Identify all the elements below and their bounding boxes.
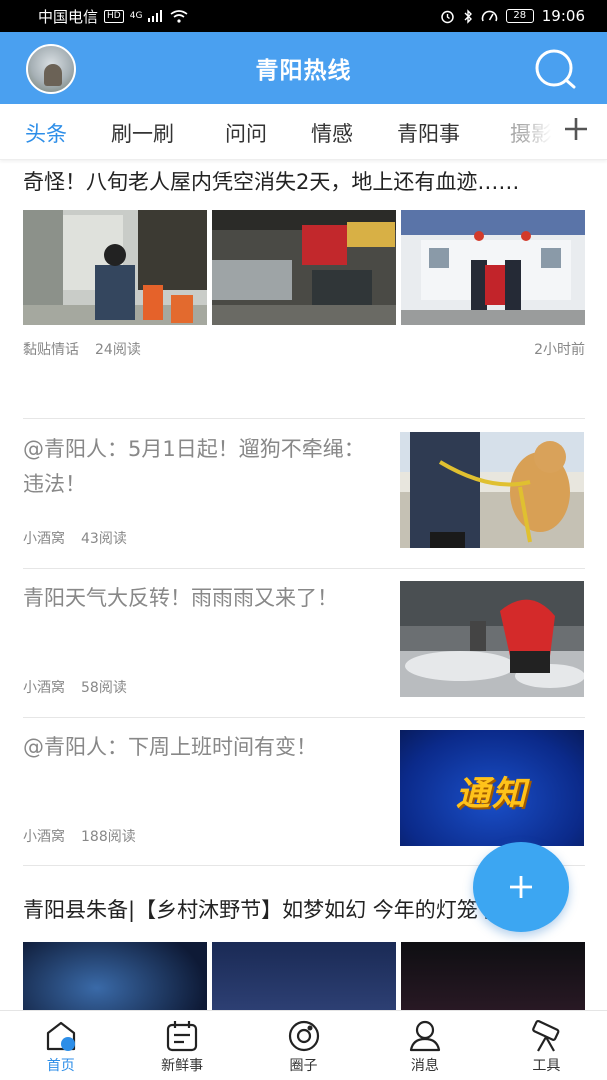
carrier-label: 中国电信 (38, 7, 99, 26)
app-header: 青阳热线 (0, 32, 607, 104)
wifi-icon (170, 9, 188, 23)
add-tab-icon[interactable] (563, 116, 589, 142)
bluetooth-icon (464, 8, 472, 24)
thumbnail-lantern-3 (401, 942, 585, 1010)
signal-icon (148, 10, 163, 22)
tab-swipe[interactable]: 刷一刷 (111, 118, 174, 148)
tab-questions[interactable]: 问问 (225, 118, 267, 148)
calendar-icon (167, 1021, 198, 1052)
article-source: 黏贴情话 (23, 342, 79, 358)
nav-label: 消息 (410, 1058, 439, 1074)
status-bar: 中国电信 HD 4G 28 19:06 (0, 0, 607, 32)
nav-tools[interactable]: 工具 (486, 1011, 607, 1080)
article-meta: 小酒窝 43阅读 (23, 528, 127, 548)
article-meta: 小酒窝 58阅读 (23, 677, 127, 697)
article-source: 小酒窝 (23, 531, 65, 547)
divider (23, 568, 585, 569)
nav-label: 圈子 (289, 1058, 318, 1074)
notice-image-text: 通知 (456, 774, 528, 814)
thumbnail-room (212, 210, 396, 325)
compose-button[interactable] (473, 842, 569, 932)
tab-emotion[interactable]: 情感 (311, 118, 353, 148)
article-source: 小酒窝 (23, 829, 65, 845)
network-label: 4G (129, 11, 143, 21)
article-thumbnails (23, 210, 585, 325)
article-image-dog (400, 432, 584, 548)
user-icon (409, 1020, 441, 1052)
article-title: 奇怪！八旬老人屋内凭空消失2天，地上还有血迹…… (23, 170, 520, 194)
nav-news[interactable]: 新鲜事 (121, 1011, 242, 1080)
bottom-nav: 首页 新鲜事 圈子 消息 工具 (0, 1010, 607, 1080)
nav-circle[interactable]: 圈子 (243, 1011, 364, 1080)
nav-label: 首页 (46, 1058, 75, 1074)
tab-headlines[interactable]: 头条 (25, 118, 67, 148)
clock: 19:06 (541, 7, 585, 25)
nav-home[interactable]: 首页 (0, 1011, 121, 1080)
article-title: 青阳天气大反转！雨雨雨又来了！ (23, 586, 338, 610)
article-title: @青阳人：5月1日起！遛狗不牵绳：违法！ (23, 437, 365, 496)
nav-label: 工具 (532, 1058, 561, 1074)
article-reads: 58阅读 (81, 680, 127, 696)
article-image-rain (400, 581, 584, 697)
avatar[interactable] (26, 44, 76, 94)
article-source: 小酒窝 (23, 680, 65, 696)
tab-photography[interactable]: 摄影 (510, 118, 552, 148)
plus-icon (510, 876, 532, 898)
article-reads: 43阅读 (81, 531, 127, 547)
speed-icon (481, 10, 498, 21)
telescope-icon (532, 1019, 560, 1052)
home-icon (46, 1021, 75, 1051)
thumbnail-lantern-2 (212, 942, 396, 1010)
article-reads: 188阅读 (81, 829, 136, 845)
article-thumbnails (23, 942, 585, 1010)
thumbnail-elderly-man (23, 210, 207, 325)
article-card[interactable]: 奇怪！八旬老人屋内凭空消失2天，地上还有血迹…… 黏贴情话 24阅读 2小时前 (23, 165, 585, 359)
divider (23, 418, 585, 419)
nav-messages[interactable]: 消息 (364, 1011, 485, 1080)
alarm-icon (441, 10, 454, 23)
article-meta: 黏贴情话 24阅读 2小时前 (23, 339, 585, 359)
tab-local-news[interactable]: 青阳事 (397, 118, 460, 148)
article-time: 2小时前 (534, 342, 585, 358)
page-title: 青阳热线 (255, 58, 352, 84)
article-image-notice: 通知 (400, 730, 584, 846)
thumbnail-lantern-1 (23, 942, 207, 1010)
thumbnail-police-station (401, 210, 585, 325)
article-meta: 小酒窝 188阅读 (23, 826, 136, 846)
article-title: @青阳人：下周上班时间有变！ (23, 735, 317, 759)
nav-label: 新鲜事 (161, 1058, 204, 1074)
divider (23, 717, 585, 718)
search-icon[interactable] (533, 48, 577, 90)
battery-icon: 28 (505, 9, 534, 23)
category-tabs: 头条 刷一刷 问问 情感 青阳事 摄影 (0, 104, 607, 160)
hd-badge: HD (104, 9, 124, 23)
article-reads: 24阅读 (95, 342, 141, 358)
circle-icon (288, 1020, 319, 1052)
